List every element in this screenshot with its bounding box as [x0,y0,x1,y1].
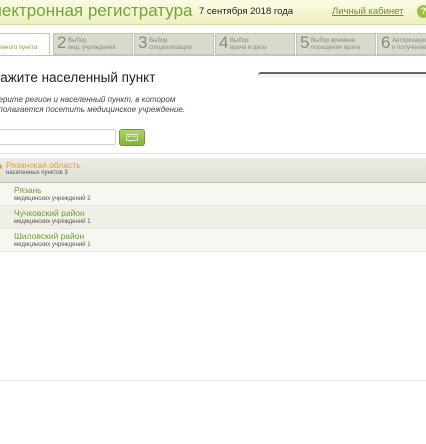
step-label: Выбор мед. учреждения [68,38,116,51]
step-number: 6 [381,33,391,52]
step-number: 2 [57,33,67,52]
keyboard-icon [126,134,138,141]
locality-name: Рязань [14,185,42,195]
step-number: 5 [300,33,310,52]
page-description: берите регион и населенный пункт, в кото… [0,95,186,114]
help-icon[interactable]: ? [417,5,426,18]
step-label: Выбор времени посещения врача [311,38,360,51]
current-date: 7 сентября 2018 года [199,6,294,17]
region-locality-count: населенных пунктов 3 [6,170,68,176]
step-1-locality[interactable]: р ленного пункта [0,33,50,55]
locality-name: Чучковский район [14,208,85,218]
locality-institution-count: медицинских учреждений 1 [14,219,91,225]
site-title: лектронная регистратура [0,1,193,20]
step-5-time[interactable]: 5 Выбор времени посещения врача [296,33,376,55]
region-bullet-icon [0,164,2,169]
personal-cabinet-link[interactable]: Личный кабинет [332,6,403,17]
step-2-institution[interactable]: 2 Выбор мед. учреждения [53,33,133,55]
step-label: Выбор врача и даты [230,38,267,51]
step-number: 3 [138,33,148,52]
locality-institution-count: медицинских учреждений 2 [14,196,91,202]
step-number: 4 [219,33,229,52]
locality-item[interactable]: Шиловский район медицинских учреждений 1 [0,229,426,252]
step-3-specialization[interactable]: 3 Выбор специализации [134,33,214,55]
step-6-authorization[interactable]: 6 Авторизация и получение [377,33,426,55]
locality-item[interactable]: Рязань медицинских учреждений 2 [0,183,426,206]
footer-divider [0,380,426,381]
steps-divider [0,55,426,56]
region-name: Рязанская область [6,160,81,170]
page-title: кажите населенный пункт [0,70,156,85]
locality-search-input[interactable] [0,129,116,145]
wizard-steps: р ленного пункта 2 Выбор мед. учреждения… [0,33,426,55]
step-label: Авторизация и получение [392,38,426,51]
step-label: Выбор специализации [149,38,192,51]
step-4-doctor-date[interactable]: 4 Выбор врача и даты [215,33,295,55]
header-bar: лектронная регистратура 7 сентября 2018 … [0,0,426,25]
step-label: р ленного пункта [0,45,38,51]
keyboard-button[interactable] [119,129,145,146]
locality-institution-count: медицинских учреждений 1 [14,242,91,248]
region-header[interactable]: Рязанская область населенных пунктов 3 [0,158,426,183]
side-panel-edge [258,72,426,78]
locality-item[interactable]: Чучковский район медицинских учреждений … [0,206,426,229]
divider [0,153,426,154]
locality-name: Шиловский район [14,231,85,241]
